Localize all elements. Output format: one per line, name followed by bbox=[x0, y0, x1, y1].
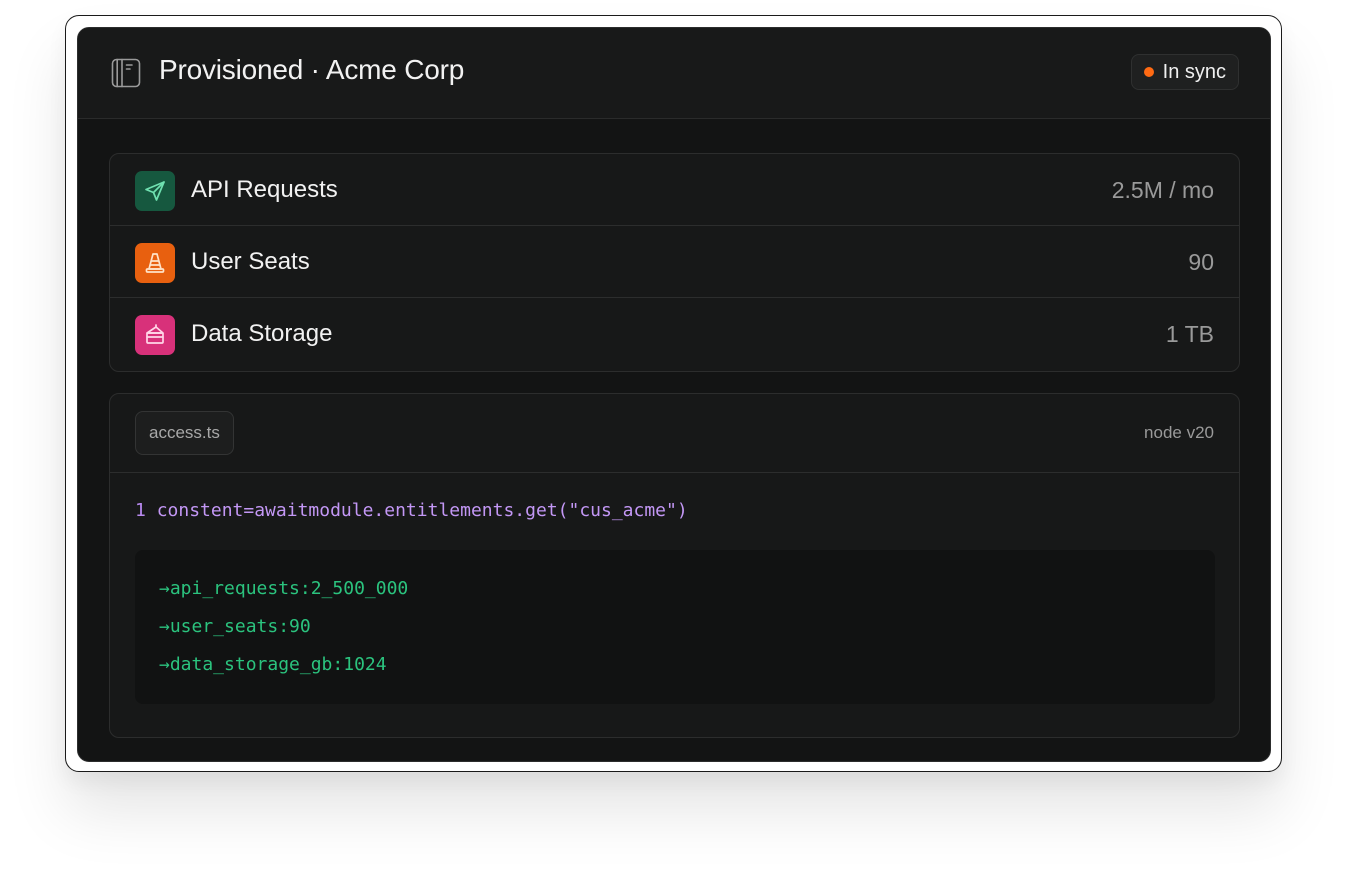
entitlement-value: 2.5M / mo bbox=[1111, 177, 1214, 203]
output-line: →api_requests:2_500_000 bbox=[159, 578, 409, 599]
code-tabbar: access.ts node v20 bbox=[110, 394, 1239, 473]
page-title: Provisioned · Acme Corp bbox=[159, 54, 465, 85]
runtime-label: node v20 bbox=[1144, 423, 1214, 442]
status-dot-icon bbox=[1143, 67, 1154, 77]
file-tab[interactable]: access.ts bbox=[135, 411, 234, 455]
provisioning-card: Provisioned · Acme Corp In sync API Requ… bbox=[77, 27, 1271, 762]
entitlement-row-data-storage: Data Storage 1 TB bbox=[110, 298, 1239, 370]
status-badge: In sync bbox=[1130, 54, 1239, 90]
entitlement-label: Data Storage bbox=[191, 320, 333, 347]
entitlement-row-user-seats: User Seats 90 bbox=[110, 226, 1239, 298]
entitlement-label: API Requests bbox=[191, 176, 338, 203]
cake-slice-icon bbox=[135, 315, 175, 355]
line-code: constent=awaitmodule.entitlements.get("c… bbox=[156, 500, 688, 521]
entitlement-value: 1 TB bbox=[1165, 321, 1214, 347]
code-output: →api_requests:2_500_000 →user_seats:90 →… bbox=[135, 550, 1215, 704]
code-line: 1 constent=awaitmodule.entitlements.get(… bbox=[135, 500, 688, 521]
book-sidebar-icon bbox=[111, 58, 141, 88]
entitlement-label: User Seats bbox=[191, 248, 310, 275]
entitlement-row-api-requests: API Requests 2.5M / mo bbox=[110, 154, 1239, 226]
status-label: In sync bbox=[1162, 60, 1226, 83]
card-header: Provisioned · Acme Corp In sync bbox=[78, 28, 1270, 119]
entitlement-value: 90 bbox=[1188, 249, 1214, 275]
send-icon bbox=[135, 171, 175, 211]
output-line: →data_storage_gb:1024 bbox=[159, 654, 387, 675]
traffic-cone-icon bbox=[135, 243, 175, 283]
entitlements-list: API Requests 2.5M / mo User Seats 90 Dat… bbox=[109, 153, 1240, 372]
code-panel: access.ts node v20 1 constent=awaitmodul… bbox=[109, 393, 1240, 738]
line-number: 1 bbox=[135, 500, 146, 521]
output-line: →user_seats:90 bbox=[159, 616, 311, 637]
